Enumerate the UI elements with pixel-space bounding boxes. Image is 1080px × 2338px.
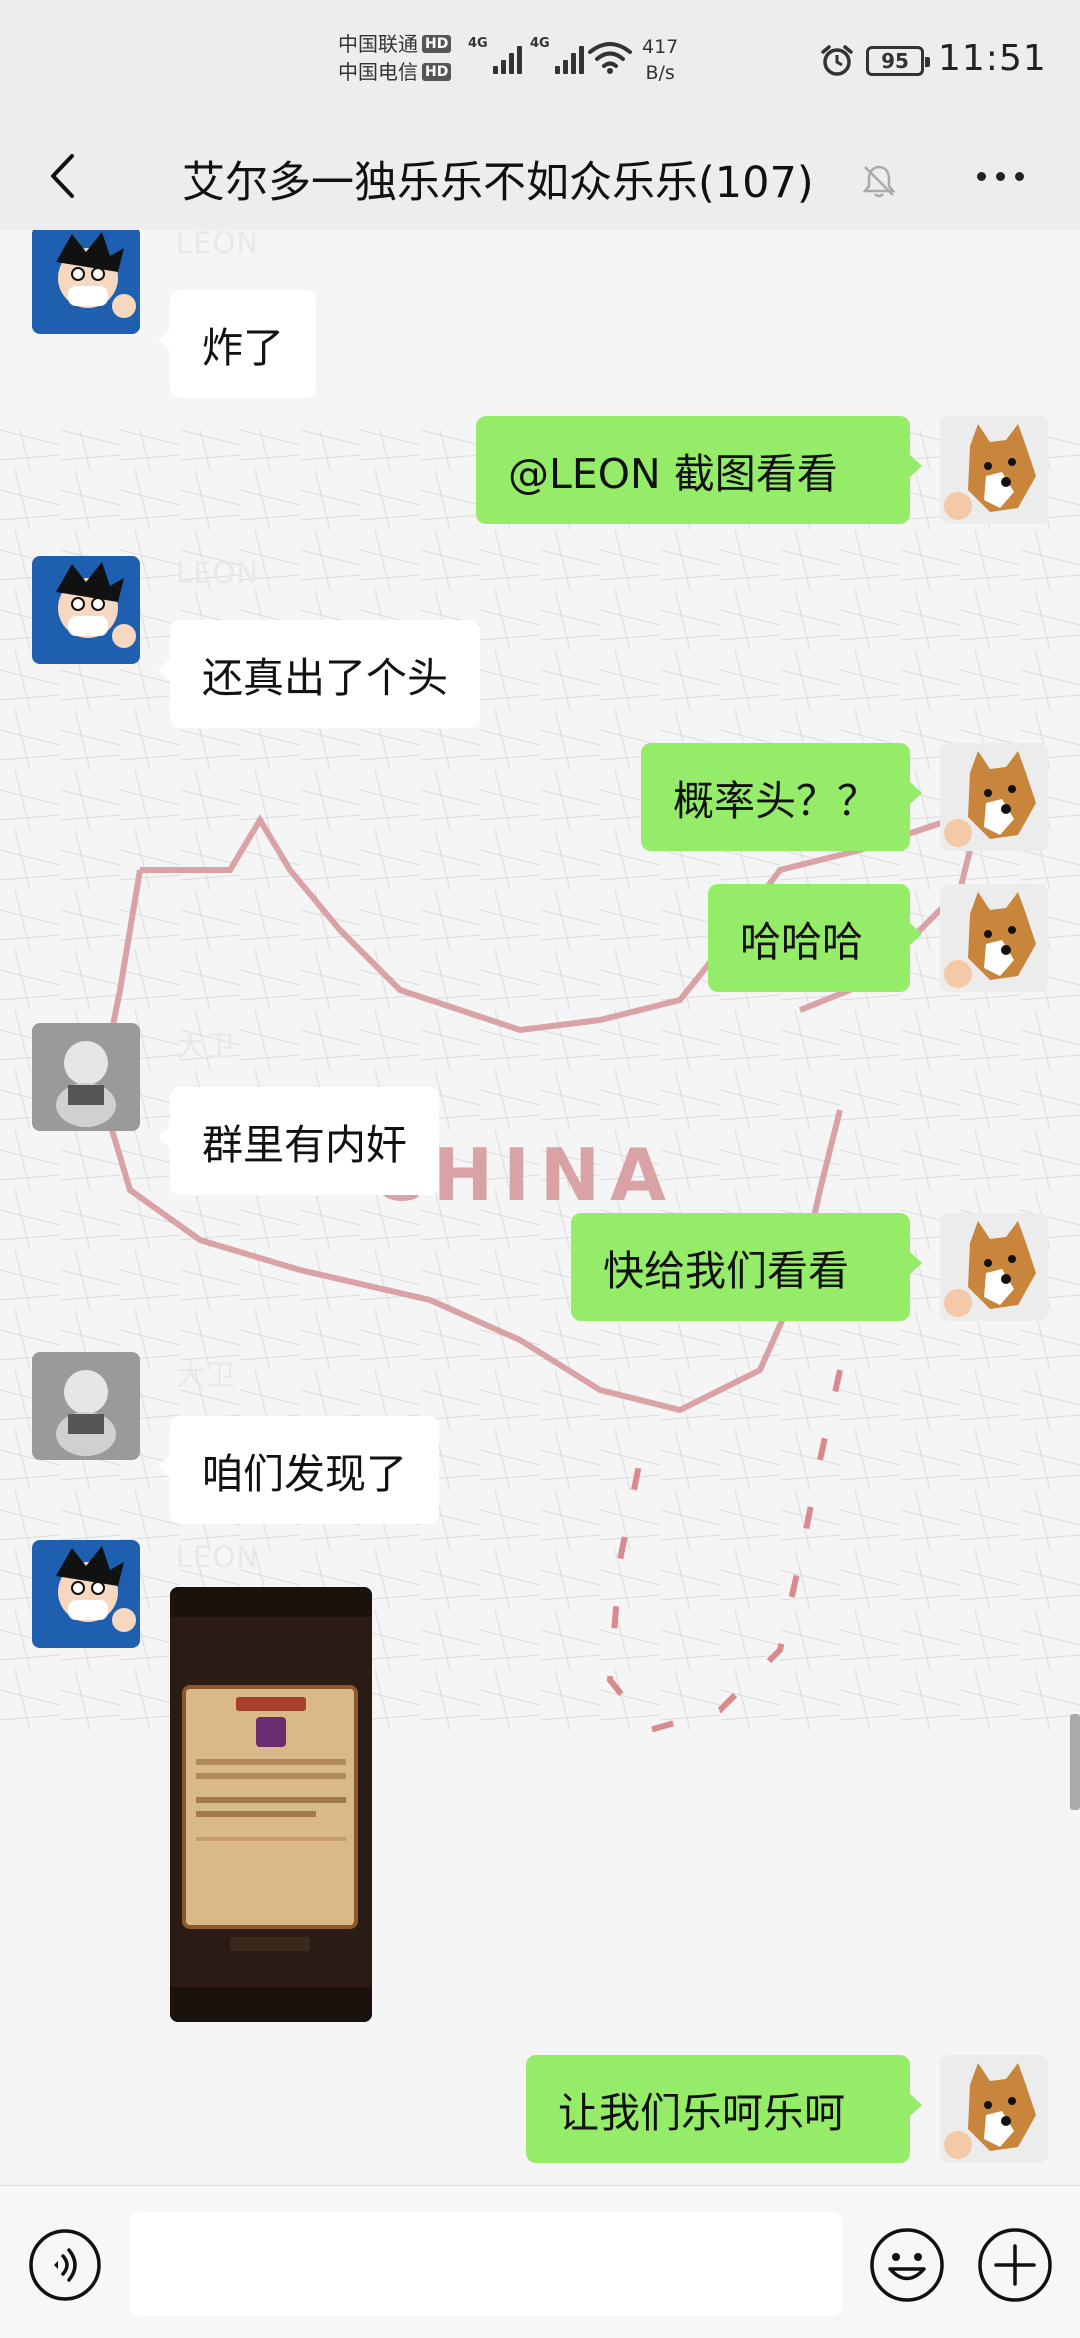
- wifi-icon: [588, 40, 632, 78]
- signal-strength-icon: 4G: [468, 36, 522, 74]
- alarm-icon: [820, 44, 854, 82]
- message-bubble[interactable]: 炸了: [158, 290, 316, 398]
- avatar-david[interactable]: [32, 1352, 140, 1460]
- message-bubble[interactable]: 概率头？？: [641, 743, 922, 851]
- clock: 11:51: [938, 38, 1047, 79]
- avatar-self[interactable]: [940, 884, 1048, 992]
- plus-button[interactable]: [976, 2226, 1054, 2304]
- voice-button[interactable]: [28, 2228, 102, 2302]
- avatar-leon[interactable]: [32, 230, 140, 334]
- message-bubble[interactable]: 群里有内奸: [158, 1087, 439, 1195]
- battery-icon: 95: [866, 46, 930, 76]
- bell-off-icon: [860, 162, 898, 204]
- image-message[interactable]: [170, 1587, 372, 2022]
- chat-header: 艾尔多一独乐乐不如众乐乐(107): [0, 122, 1080, 230]
- speed-value: 417: [642, 36, 679, 58]
- sender-name: LEON: [176, 556, 259, 590]
- signal-strength-icon: 4G: [530, 36, 584, 74]
- message-bubble[interactable]: 让我们乐呵乐呵: [526, 2055, 922, 2163]
- message-bubble[interactable]: 还真出了个头: [158, 620, 480, 728]
- more-button[interactable]: [960, 148, 1040, 204]
- speed-unit: B/s: [645, 62, 675, 84]
- status-bar: 中国联通 HD 中国电信 HD 4G 4G 417 B/s 95 11:51: [0, 0, 1080, 122]
- network-type: 4G: [530, 36, 550, 51]
- chat-title: 艾尔多一独乐乐不如众乐乐(107): [182, 158, 814, 208]
- avatar-self[interactable]: [940, 1213, 1048, 1321]
- chevron-left-icon: [51, 154, 74, 198]
- hd-badge: HD: [422, 35, 452, 53]
- avatar-leon[interactable]: [32, 1540, 140, 1648]
- plus-icon: [978, 2228, 1052, 2302]
- message-bubble[interactable]: @LEON 截图看看: [476, 416, 922, 524]
- message-bubble[interactable]: 咱们发现了: [158, 1416, 439, 1524]
- sender-name: 大卫: [176, 1358, 237, 1392]
- scrollbar[interactable]: [1070, 1714, 1080, 1810]
- more-horizontal-icon: [976, 171, 986, 181]
- hd-badge: HD: [422, 63, 452, 81]
- message-bubble[interactable]: 快给我们看看: [571, 1213, 922, 1321]
- avatar-david[interactable]: [32, 1023, 140, 1131]
- message-input[interactable]: [130, 2212, 842, 2316]
- carrier-2: 中国电信: [338, 60, 418, 84]
- avatar-leon[interactable]: [32, 556, 140, 664]
- battery-level: 95: [881, 49, 909, 73]
- carrier-1: 中国联通: [338, 32, 418, 56]
- input-bar: [0, 2185, 1080, 2338]
- emoji-icon: [870, 2228, 944, 2302]
- sender-name: LEON: [176, 230, 259, 260]
- carrier-info: 中国联通 HD 中国电信 HD: [338, 30, 452, 86]
- chat-area[interactable]: CHINA LEON 炸了 @LEON 截图看看 LEON 还真出了个头 概率头…: [0, 230, 1080, 2185]
- avatar-self[interactable]: [940, 416, 1048, 524]
- back-button[interactable]: [30, 144, 94, 208]
- network-speed: 417 B/s: [642, 34, 678, 86]
- voice-icon: [29, 2229, 101, 2301]
- message-bubble[interactable]: 哈哈哈: [708, 884, 922, 992]
- sender-name: LEON: [176, 1540, 259, 1574]
- emoji-button[interactable]: [868, 2226, 946, 2304]
- avatar-self[interactable]: [940, 2055, 1048, 2163]
- network-type: 4G: [468, 36, 488, 51]
- sender-name: 大卫: [176, 1029, 237, 1063]
- avatar-self[interactable]: [940, 743, 1048, 851]
